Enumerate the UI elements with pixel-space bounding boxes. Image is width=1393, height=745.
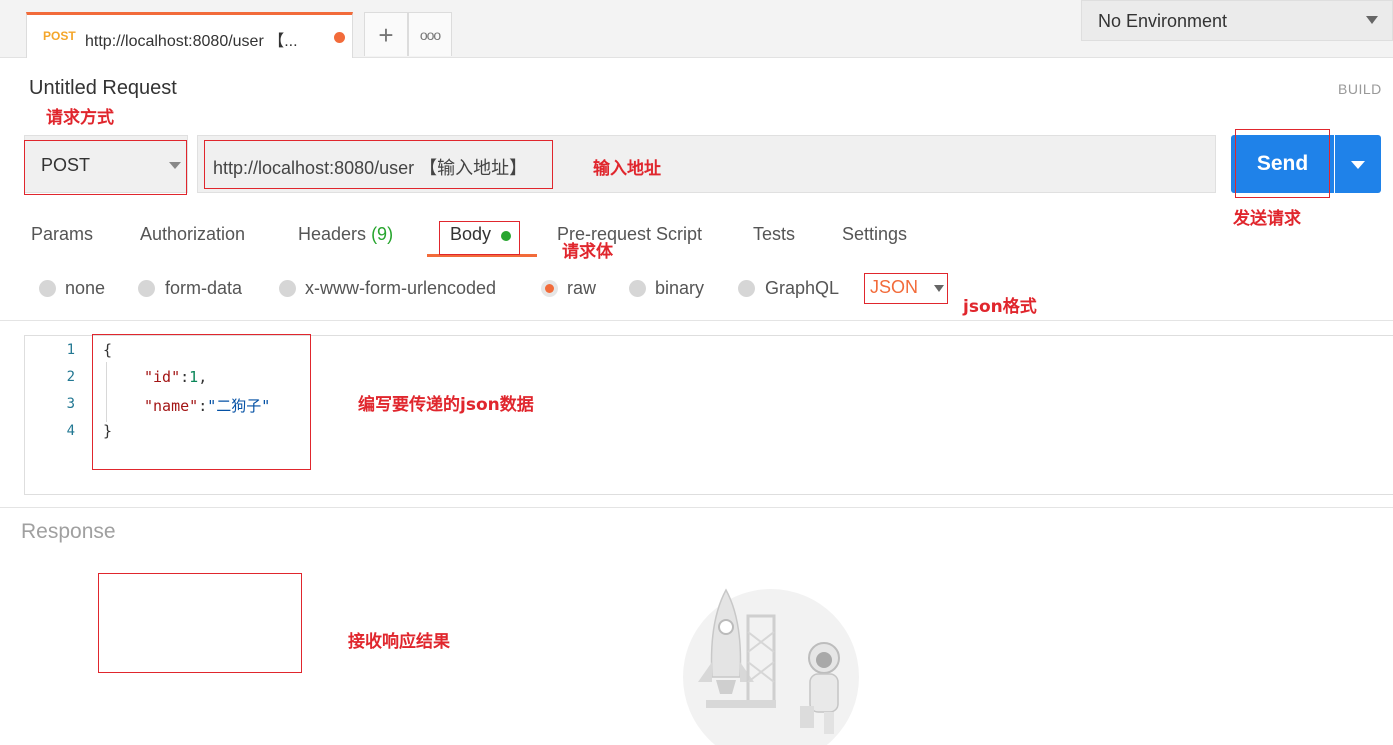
annotation-body: 请求体 <box>562 242 613 262</box>
annotation-response: 接收响应结果 <box>348 632 450 652</box>
annotation-editor: 编写要传递的json数据 <box>358 395 534 415</box>
more-icon: ooo <box>419 26 441 43</box>
request-tab-title: http://localhost:8080/user 【... <box>85 33 298 50</box>
chevron-down-icon <box>1366 16 1378 24</box>
radio-binary-label[interactable]: binary <box>655 278 704 299</box>
line-number: 1 <box>66 342 75 358</box>
annotation-box-editor <box>92 334 311 470</box>
annotation-send: 发送请求 <box>1233 209 1301 229</box>
response-title: Response <box>21 520 116 543</box>
radio-graphql[interactable] <box>738 280 755 297</box>
annotation-box-url <box>204 140 553 189</box>
radio-form-data[interactable] <box>138 280 155 297</box>
annotation-box-response <box>98 573 302 673</box>
tab-settings[interactable]: Settings <box>842 224 907 245</box>
divider <box>0 320 1393 321</box>
request-name[interactable]: Untitled Request <box>29 77 177 100</box>
environment-select[interactable]: No Environment <box>1081 0 1393 41</box>
annotation-box-send <box>1235 129 1330 198</box>
request-tab[interactable]: POST http://localhost:8080/user 【... <box>26 12 353 58</box>
annotation-url: 输入地址 <box>593 159 661 179</box>
radio-binary[interactable] <box>629 280 646 297</box>
radio-urlencoded[interactable] <box>279 280 296 297</box>
more-tabs-button[interactable]: ooo <box>408 12 452 56</box>
radio-raw[interactable] <box>541 280 558 297</box>
tab-headers-label: Headers <box>298 224 367 244</box>
radio-graphql-label[interactable]: GraphQL <box>765 278 839 299</box>
rocket-illustration-icon <box>683 588 859 745</box>
radio-form-data-label[interactable]: form-data <box>165 278 242 299</box>
request-tab-method: POST <box>43 29 76 43</box>
unsaved-dot-icon <box>334 32 345 43</box>
annotation-box-method <box>24 140 187 195</box>
radio-urlencoded-label[interactable]: x-www-form-urlencoded <box>305 278 496 299</box>
tab-headers-count: (9) <box>371 224 394 244</box>
tab-authorization[interactable]: Authorization <box>140 224 245 245</box>
radio-none[interactable] <box>39 280 56 297</box>
chevron-down-icon <box>1351 161 1365 169</box>
line-number: 4 <box>66 423 75 439</box>
radio-raw-label[interactable]: raw <box>567 278 596 299</box>
build-mode-button[interactable]: BUILD <box>1338 81 1382 97</box>
annotation-json: json格式 <box>963 297 1037 317</box>
annotation-box-json <box>864 273 948 304</box>
environment-select-value: No Environment <box>1098 11 1228 31</box>
line-number: 3 <box>66 396 75 412</box>
new-tab-button[interactable]: + <box>364 12 408 56</box>
tab-params[interactable]: Params <box>31 224 93 245</box>
tab-tests[interactable]: Tests <box>753 224 795 245</box>
divider <box>0 507 1393 508</box>
send-options-button[interactable] <box>1335 135 1381 193</box>
annotation-box-body <box>439 221 520 255</box>
plus-icon: + <box>378 19 394 50</box>
annotation-method: 请求方式 <box>46 108 114 128</box>
tab-headers[interactable]: Headers (9) <box>298 224 393 245</box>
line-number: 2 <box>66 369 75 385</box>
radio-none-label[interactable]: none <box>65 278 105 299</box>
